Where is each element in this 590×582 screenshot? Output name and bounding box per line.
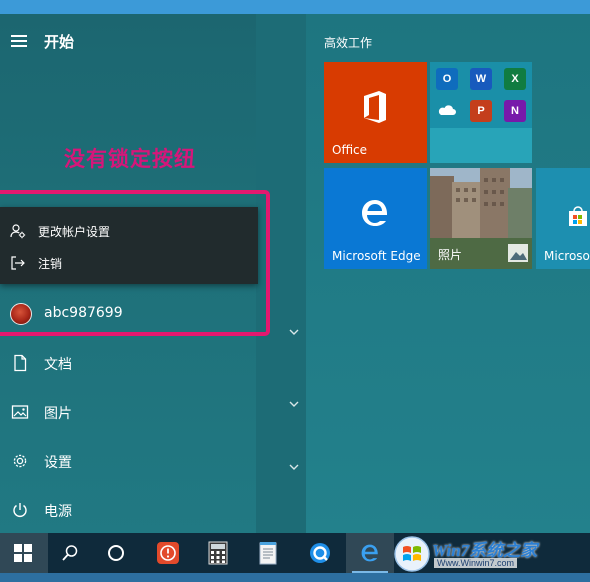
onenote-icon: N xyxy=(504,100,526,122)
outlook-icon: O xyxy=(436,68,458,90)
onedrive-icon xyxy=(436,100,458,122)
nav-item-pictures[interactable]: 图片 xyxy=(0,394,256,430)
chevron-down-icon[interactable] xyxy=(287,327,301,337)
edge-icon xyxy=(362,200,388,226)
windows-orb-logo xyxy=(394,536,430,572)
taskbar-notepad[interactable] xyxy=(244,533,292,573)
nav-item-settings[interactable]: 设置 xyxy=(0,443,256,479)
window-bottom-strip xyxy=(0,573,590,582)
tile-label: 照片 xyxy=(438,248,463,262)
start-button[interactable] xyxy=(0,533,48,573)
chevron-down-icon[interactable] xyxy=(287,462,301,472)
taskbar-browser-q[interactable] xyxy=(296,533,344,573)
nav-item-label: 电源 xyxy=(44,504,72,520)
start-menu-title: 开始 xyxy=(44,33,75,51)
site-watermark: Win7系统之家 Www.Winwin7.com xyxy=(392,534,590,574)
notepad-icon xyxy=(259,542,277,565)
taskbar-calculator[interactable] xyxy=(194,533,242,573)
tile-label: Microsof xyxy=(544,249,590,263)
annotation-text: 没有锁定按纽 xyxy=(64,146,196,171)
excel-icon: X xyxy=(504,68,526,90)
cortana-icon xyxy=(108,545,124,561)
gear-icon xyxy=(13,454,27,468)
tile-group-title: 高效工作 xyxy=(324,36,373,50)
powerpoint-icon: P xyxy=(470,100,492,122)
calculator-icon xyxy=(208,541,228,565)
windows-start-icon xyxy=(14,544,32,562)
taskbar-app-red[interactable] xyxy=(144,533,192,573)
tile-photos[interactable]: 照片 xyxy=(430,168,532,269)
tile-label: Office xyxy=(332,143,368,157)
tile-microsoft-edge[interactable]: Microsoft Edge xyxy=(324,168,427,269)
store-bag-icon xyxy=(569,206,587,226)
word-icon: W xyxy=(470,68,492,90)
edge-icon xyxy=(361,544,378,562)
nav-item-label: 设置 xyxy=(44,455,72,471)
power-icon xyxy=(13,503,27,517)
nav-item-documents[interactable]: 文档 xyxy=(0,345,256,381)
search-button[interactable] xyxy=(46,533,94,573)
cortana-button[interactable] xyxy=(92,533,140,573)
nav-item-label: 图片 xyxy=(44,406,72,422)
watermark-url: Www.Winwin7.com xyxy=(434,558,518,568)
search-icon xyxy=(62,545,78,561)
app-red-icon xyxy=(157,542,179,564)
document-icon xyxy=(14,354,27,372)
pictures-icon xyxy=(11,405,29,419)
office-logo-icon xyxy=(364,91,386,123)
window-top-strip xyxy=(0,0,590,14)
tile-microsoft-store[interactable]: Microsof xyxy=(536,168,590,269)
taskbar-edge[interactable] xyxy=(346,533,394,573)
hamburger-menu-icon[interactable] xyxy=(11,35,27,47)
nav-item-label: 文档 xyxy=(44,357,72,373)
tile-folder-empty-area xyxy=(430,128,532,163)
nav-item-power[interactable]: 电源 xyxy=(0,492,256,528)
tile-label: Microsoft Edge xyxy=(332,249,421,263)
browser-q-icon xyxy=(310,543,330,563)
annotation-highlight-box xyxy=(0,190,270,336)
chevron-down-icon[interactable] xyxy=(287,399,301,409)
tile-office[interactable]: Office xyxy=(324,62,427,163)
